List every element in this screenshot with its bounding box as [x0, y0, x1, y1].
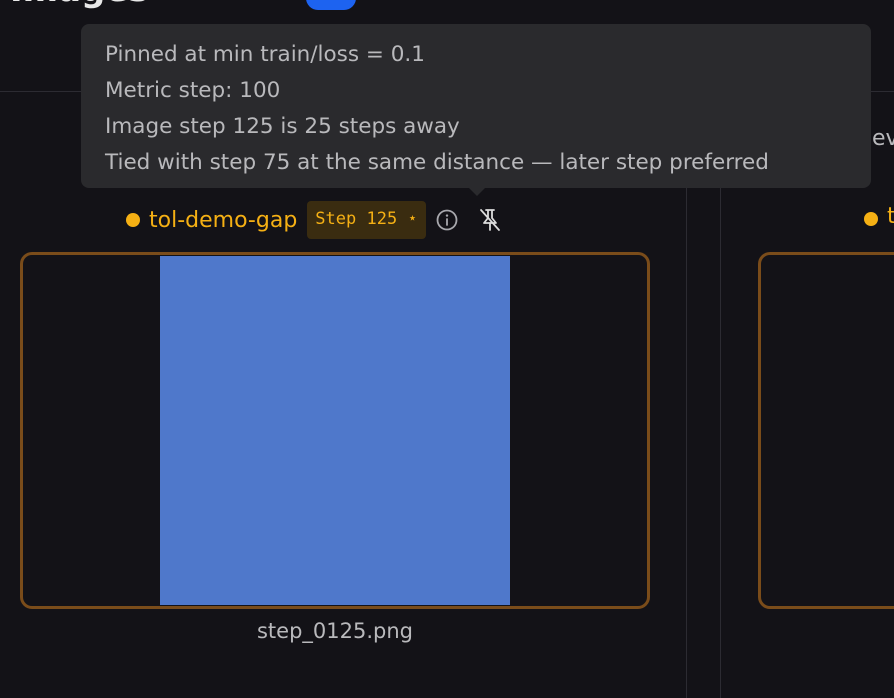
page-title: Images: [10, 0, 149, 10]
step-badge: Step 125 ⋆: [307, 201, 426, 239]
run-name[interactable]: tol-demo-gap: [149, 208, 297, 233]
image-card-header: tol-demo-gap Step 125 ⋆: [126, 201, 504, 239]
unpin-icon[interactable]: [476, 206, 504, 234]
tooltip-tie-note: Tied with step 75 at the same distance —…: [105, 150, 769, 175]
images-page: Images ev Pinned at min train/loss = 0.1…: [0, 0, 894, 698]
image-content: [160, 256, 510, 605]
tooltip-image-step: Image step 125 is 25 steps away: [105, 114, 460, 139]
info-icon[interactable]: [435, 208, 459, 232]
count-badge: [306, 0, 356, 10]
run-color-dot: [126, 213, 140, 227]
neighbor-image-preview[interactable]: [758, 252, 894, 609]
tooltip-metric-step: Metric step: 100: [105, 78, 281, 103]
tooltip-pinned-metric: Pinned at min train/loss = 0.1: [105, 42, 425, 67]
image-preview[interactable]: [20, 252, 650, 609]
neighbor-peek-text: ev: [872, 126, 894, 151]
tooltip-arrow: [468, 187, 486, 196]
image-filename: step_0125.png: [256, 619, 413, 643]
neighbor-run-name[interactable]: t: [887, 204, 894, 229]
pin-info-tooltip: Pinned at min train/loss = 0.1 Metric st…: [81, 24, 871, 188]
neighbor-run-dot: [864, 212, 878, 226]
